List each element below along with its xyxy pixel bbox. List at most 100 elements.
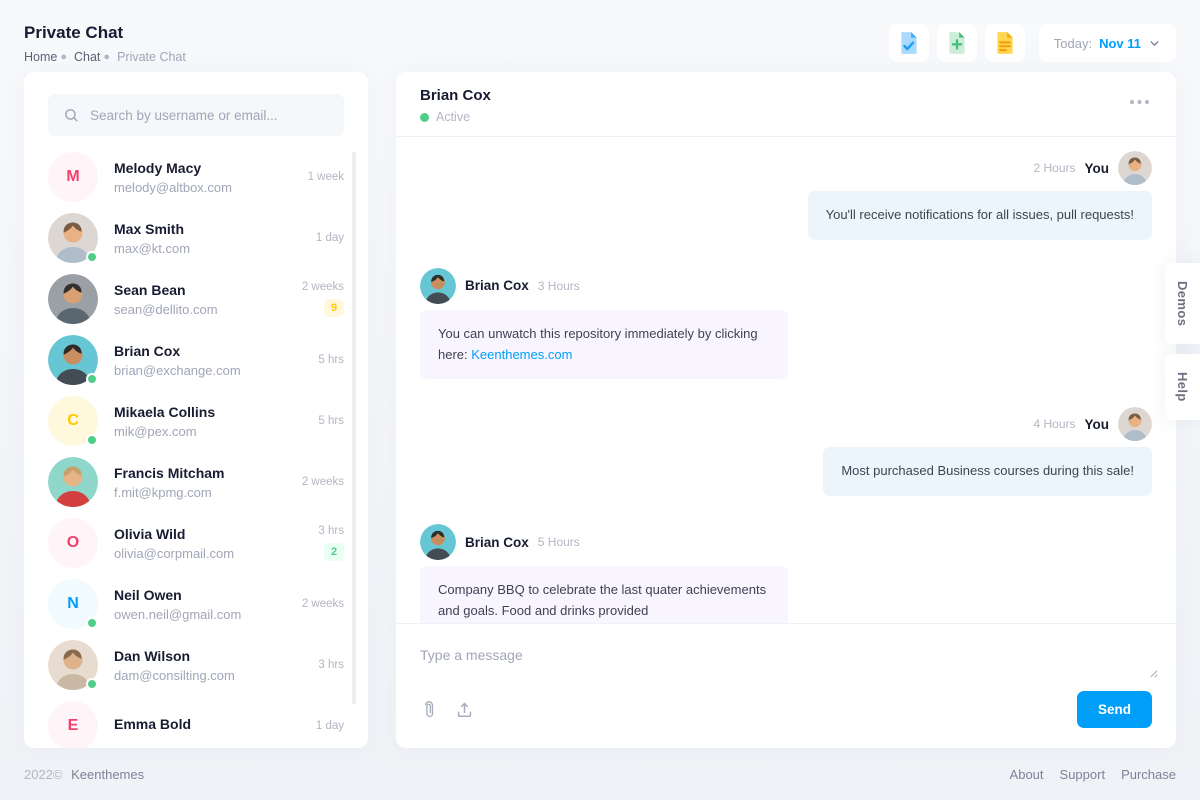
contact-name[interactable]: Olivia Wild bbox=[114, 526, 302, 542]
contact-last-seen: 2 weeks bbox=[302, 281, 344, 293]
contact-meta: 2 weeks bbox=[302, 476, 344, 488]
search-icon bbox=[63, 107, 80, 124]
contact-name[interactable]: Max Smith bbox=[114, 221, 300, 237]
date-label: Today: bbox=[1054, 36, 1092, 51]
message-author[interactable]: Brian Cox bbox=[465, 278, 529, 293]
upload-icon bbox=[455, 700, 474, 719]
contact-info: Brian Coxbrian@exchange.com bbox=[114, 343, 302, 378]
attach-file-button[interactable] bbox=[420, 697, 438, 722]
contact-last-seen: 1 week bbox=[308, 171, 344, 183]
avatar bbox=[420, 524, 456, 560]
avatar: M bbox=[48, 152, 98, 202]
contact-info: Neil Owenowen.neil@gmail.com bbox=[114, 587, 286, 622]
contact-info: Emma Bold bbox=[114, 716, 300, 736]
contact-row[interactable]: OOlivia Wildolivia@corpmail.com3 hrs2 bbox=[48, 518, 344, 568]
message: 4 HoursYouMost purchased Business course… bbox=[420, 407, 1152, 496]
contact-name[interactable]: Mikaela Collins bbox=[114, 404, 302, 420]
contact-row[interactable]: EEmma Bold1 day bbox=[48, 701, 344, 748]
message-input[interactable]: Type a message bbox=[420, 637, 1152, 685]
resize-handle-icon[interactable] bbox=[1147, 665, 1158, 681]
contact-name[interactable]: Brian Cox bbox=[114, 343, 302, 359]
side-tab-help[interactable]: Help bbox=[1165, 354, 1200, 420]
contact-list: MMelody Macymelody@altbox.com1 weekMax S… bbox=[48, 152, 344, 748]
footer-link[interactable]: Support bbox=[1060, 767, 1106, 782]
breadcrumb-separator: ● bbox=[60, 51, 67, 63]
message: Brian Cox5 HoursCompany BBQ to celebrate… bbox=[420, 524, 1152, 623]
search-box[interactable] bbox=[48, 94, 344, 136]
date-picker-button[interactable]: Today: Nov 11 bbox=[1039, 24, 1176, 62]
contact-email: max@kt.com bbox=[114, 241, 300, 256]
chat-peer-name[interactable]: Brian Cox bbox=[420, 87, 491, 104]
contact-meta: 1 day bbox=[316, 232, 344, 244]
file-plus-icon bbox=[944, 30, 970, 56]
message-text: Company BBQ to celebrate the last quater… bbox=[438, 582, 766, 618]
chat-header: Brian Cox Active bbox=[396, 72, 1176, 137]
contact-info: Francis Mitchamf.mit@kpmg.com bbox=[114, 465, 286, 500]
message-composer: Type a message bbox=[396, 623, 1176, 748]
unread-badge: 2 bbox=[324, 543, 344, 561]
avatar-initial: M bbox=[66, 168, 79, 186]
avatar-photo bbox=[420, 524, 456, 560]
upload-image-button[interactable] bbox=[453, 698, 476, 721]
footer-copyright: 2022© Keenthemes bbox=[24, 767, 144, 782]
contact-meta: 5 hrs bbox=[318, 354, 344, 366]
message-author[interactable]: You bbox=[1085, 161, 1110, 176]
contact-name[interactable]: Sean Bean bbox=[114, 282, 286, 298]
breadcrumb-item[interactable]: Home bbox=[24, 50, 57, 64]
avatar-photo bbox=[48, 274, 98, 324]
message-author[interactable]: Brian Cox bbox=[465, 535, 529, 550]
side-tab-demos[interactable]: Demos bbox=[1165, 263, 1200, 344]
breadcrumb-item[interactable]: Chat bbox=[74, 50, 100, 64]
contact-name[interactable]: Melody Macy bbox=[114, 160, 292, 176]
contact-name[interactable]: Dan Wilson bbox=[114, 648, 302, 664]
avatar bbox=[48, 213, 98, 263]
chat-menu-button[interactable] bbox=[1127, 97, 1152, 107]
chat-panel: Brian Cox Active 2 HoursYouYou'll receiv… bbox=[396, 72, 1176, 748]
contact-name[interactable]: Francis Mitcham bbox=[114, 465, 286, 481]
unread-badge: 9 bbox=[324, 299, 344, 317]
brand-link[interactable]: Keenthemes bbox=[71, 767, 144, 782]
date-value: Nov 11 bbox=[1099, 36, 1141, 51]
contact-last-seen: 1 day bbox=[316, 232, 344, 244]
contact-last-seen: 3 hrs bbox=[318, 525, 344, 537]
contact-row[interactable]: Francis Mitchamf.mit@kpmg.com 2 weeks bbox=[48, 457, 344, 507]
contacts-panel: MMelody Macymelody@altbox.com1 weekMax S… bbox=[24, 72, 368, 748]
contact-row[interactable]: Sean Beansean@dellito.com 2 weeks 9 bbox=[48, 274, 344, 324]
contact-last-seen: 1 day bbox=[316, 720, 344, 732]
chat-status-label: Active bbox=[436, 110, 470, 124]
message-time: 4 Hours bbox=[1033, 417, 1075, 431]
avatar: N bbox=[48, 579, 98, 629]
contact-last-seen: 2 weeks bbox=[302, 476, 344, 488]
search-input[interactable] bbox=[90, 108, 329, 123]
contact-last-seen: 5 hrs bbox=[318, 354, 344, 366]
file-check-button[interactable] bbox=[889, 24, 929, 62]
contact-info: Dan Wilsondam@consilting.com bbox=[114, 648, 302, 683]
breadcrumb-item[interactable]: Private Chat bbox=[117, 50, 186, 64]
file-lines-button[interactable] bbox=[985, 24, 1025, 62]
message-meta: 2 HoursYou bbox=[1033, 151, 1152, 185]
page-header-toolbar: Today: Nov 11 bbox=[889, 24, 1176, 62]
chat-peer-status: Active bbox=[420, 110, 491, 124]
file-plus-button[interactable] bbox=[937, 24, 977, 62]
contact-row[interactable]: NNeil Owenowen.neil@gmail.com2 weeks bbox=[48, 579, 344, 629]
footer-link[interactable]: Purchase bbox=[1121, 767, 1176, 782]
contact-row[interactable]: CMikaela Collinsmik@pex.com5 hrs bbox=[48, 396, 344, 446]
contact-info: Sean Beansean@dellito.com bbox=[114, 282, 286, 317]
contact-list-scrollbar[interactable] bbox=[352, 152, 356, 704]
contact-name[interactable]: Emma Bold bbox=[114, 716, 300, 732]
ellipsis-icon bbox=[1129, 99, 1150, 105]
avatar: O bbox=[48, 518, 98, 568]
message-list: 2 HoursYouYou'll receive notifications f… bbox=[396, 137, 1176, 623]
avatar bbox=[1118, 151, 1152, 185]
message-author[interactable]: You bbox=[1085, 417, 1110, 432]
contact-row[interactable]: MMelody Macymelody@altbox.com1 week bbox=[48, 152, 344, 202]
contact-row[interactable]: Brian Coxbrian@exchange.com 5 hrs bbox=[48, 335, 344, 385]
send-button[interactable]: Send bbox=[1077, 691, 1152, 728]
contact-email: mik@pex.com bbox=[114, 424, 302, 439]
message-link[interactable]: Keenthemes.com bbox=[471, 347, 572, 362]
contact-name[interactable]: Neil Owen bbox=[114, 587, 286, 603]
footer-link[interactable]: About bbox=[1010, 767, 1044, 782]
footer: 2022© Keenthemes About Support Purchase bbox=[24, 748, 1176, 800]
contact-row[interactable]: Max Smith max@kt.com 1 day bbox=[48, 213, 344, 263]
contact-row[interactable]: Dan Wilsondam@consilting.com3 hrs bbox=[48, 640, 344, 690]
